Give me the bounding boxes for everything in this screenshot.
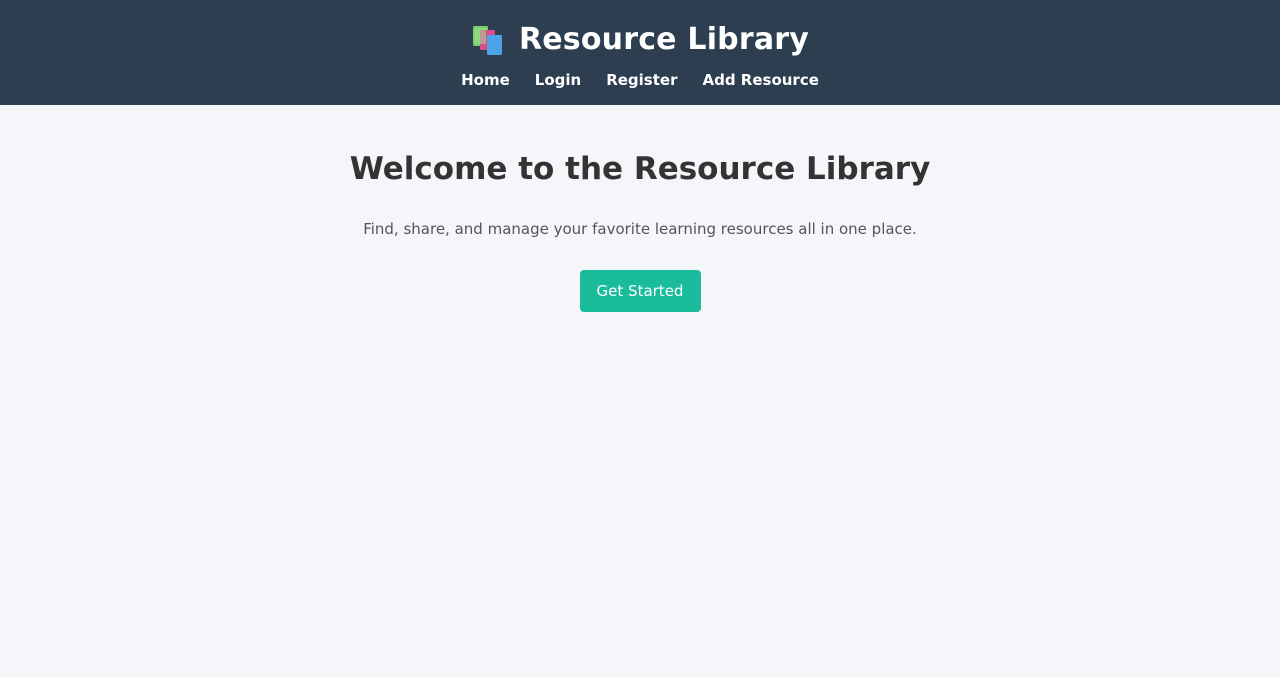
site-title: Resource Library (518, 22, 810, 57)
brand: Resource Library (0, 20, 1280, 60)
site-header: Resource Library Home Login Register Add… (0, 0, 1280, 105)
main-nav: Home Login Register Add Resource (0, 70, 1280, 90)
main-content: Welcome to the Resource Library Find, sh… (0, 105, 1280, 312)
hero-title: Welcome to the Resource Library (349, 151, 931, 187)
nav-register-link[interactable]: Register (606, 70, 677, 90)
get-started-button[interactable]: Get Started (579, 270, 701, 312)
nav-add-resource-link[interactable]: Add Resource (702, 70, 818, 90)
books-icon (471, 23, 505, 57)
nav-login-link[interactable]: Login (535, 70, 581, 90)
hero-subtitle: Find, share, and manage your favorite le… (363, 220, 917, 238)
nav-home-link[interactable]: Home (461, 70, 510, 90)
